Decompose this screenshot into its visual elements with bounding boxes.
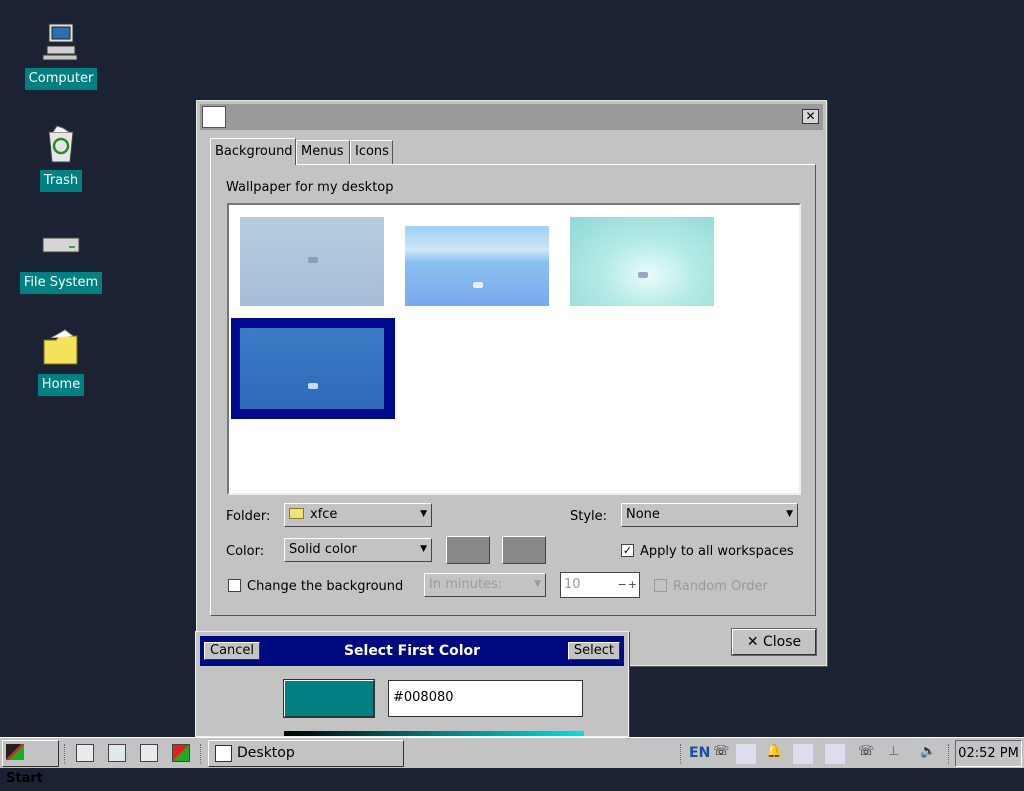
close-button[interactable]: ✕ Close xyxy=(732,629,816,655)
wallpaper-thumbnail[interactable] xyxy=(405,226,549,306)
network-launcher-icon[interactable] xyxy=(108,744,126,762)
paint-launcher-icon[interactable] xyxy=(172,744,190,762)
tab-menus[interactable]: Menus xyxy=(296,140,350,164)
bell-icon[interactable]: 🔔 xyxy=(766,744,782,764)
clock[interactable]: 02:52 PM xyxy=(955,740,1022,767)
style-label: Style: xyxy=(570,509,608,524)
dialog-titlebar[interactable]: ✕ xyxy=(200,104,823,130)
start-button[interactable]: Start xyxy=(2,740,59,786)
chevron-down-icon: ▼ xyxy=(786,509,793,519)
tab-background[interactable]: Background xyxy=(210,138,296,165)
x-icon: ✕ xyxy=(746,634,759,650)
desktop-icon-trash[interactable]: Trash xyxy=(6,124,116,192)
network-icon[interactable] xyxy=(825,744,845,764)
desktop-icon-label: Home xyxy=(37,374,85,396)
lan-icon[interactable]: ⊥ xyxy=(888,744,899,764)
taskbar-window-desktop[interactable]: Desktop xyxy=(208,740,404,767)
color-preview xyxy=(284,680,374,717)
style-select[interactable]: None ▼ xyxy=(621,503,798,527)
hex-color-input[interactable]: #008080 xyxy=(388,680,583,717)
color-dialog-title: Select First Color xyxy=(343,643,481,659)
trash-icon xyxy=(48,125,74,163)
select-color-dialog: Cancel Select First Color Select #008080 xyxy=(195,631,629,737)
wallpaper-thumbnail xyxy=(240,328,384,409)
drive-icon xyxy=(42,237,80,253)
color-mode-select[interactable]: Solid color ▼ xyxy=(284,538,432,562)
close-icon[interactable]: ✕ xyxy=(802,109,819,124)
interval-unit-select[interactable]: In minutes: ▼ xyxy=(424,573,546,597)
taskbar-separator xyxy=(64,744,67,764)
network-icon[interactable] xyxy=(736,744,756,764)
taskbar-separator xyxy=(680,744,683,764)
folder-icon xyxy=(43,329,78,365)
folder-icon xyxy=(289,508,304,519)
computer-icon xyxy=(42,23,78,61)
volume-icon[interactable]: 🔈 xyxy=(920,744,936,764)
second-color-button[interactable] xyxy=(502,536,546,564)
color-dialog-titlebar[interactable]: Cancel Select First Color Select xyxy=(200,636,624,666)
wallpaper-thumbnail[interactable] xyxy=(570,217,714,306)
random-order-checkbox[interactable] xyxy=(654,579,667,592)
taskbar-separator xyxy=(200,744,203,764)
panel-heading: Wallpaper for my desktop xyxy=(226,180,394,195)
desktop-icon-file-system[interactable]: File System xyxy=(6,226,116,294)
color-label: Color: xyxy=(226,544,265,559)
taskbar: Start Desktop EN ☏ 🔔 ☏ ⊥ 🔈 02:52 PM xyxy=(0,737,1024,786)
chevron-down-icon: ▼ xyxy=(534,579,541,589)
settings-launcher-icon[interactable] xyxy=(76,744,94,762)
select-button[interactable]: Select xyxy=(567,642,620,660)
editor-launcher-icon[interactable] xyxy=(140,744,158,762)
folder-select[interactable]: xfce ▼ xyxy=(284,503,432,527)
background-panel: Wallpaper for my desktop Folder: xfce ▼ … xyxy=(210,164,816,616)
desktop-settings-dialog: ✕ Background Menus Icons Wallpaper for m… xyxy=(196,100,827,666)
keyboard-layout-indicator[interactable]: EN xyxy=(689,745,710,765)
chevron-down-icon: ▼ xyxy=(420,509,427,519)
settings-icon xyxy=(202,106,226,128)
wallpaper-list[interactable] xyxy=(227,203,801,495)
first-color-button[interactable] xyxy=(446,536,490,564)
interval-spinner[interactable]: 10 −+ xyxy=(560,572,640,598)
connection-icon[interactable]: ☏ xyxy=(858,744,874,764)
spin-buttons[interactable]: −+ xyxy=(618,578,638,591)
wallpaper-thumbnail[interactable] xyxy=(240,217,384,306)
selected-wallpaper[interactable] xyxy=(231,318,395,419)
chevron-down-icon: ▼ xyxy=(420,544,427,554)
change-background-label: Change the background xyxy=(247,579,404,594)
desktop-icon-label: Computer xyxy=(24,68,98,90)
random-order-label: Random Order xyxy=(673,579,768,594)
apply-all-label: Apply to all workspaces xyxy=(640,544,794,559)
desktop-icon-computer[interactable]: Computer xyxy=(6,22,116,90)
network-icon[interactable] xyxy=(793,744,813,764)
change-background-checkbox[interactable] xyxy=(228,579,241,592)
taskbar-separator xyxy=(948,744,951,764)
desktop-icon-home[interactable]: Home xyxy=(6,328,116,396)
apply-all-checkbox[interactable]: ✓ xyxy=(621,544,634,557)
settings-icon xyxy=(215,745,232,762)
tab-icons[interactable]: Icons xyxy=(350,140,393,164)
start-logo-icon xyxy=(6,744,24,760)
connection-icon[interactable]: ☏ xyxy=(713,744,729,764)
desktop-icon-label: Trash xyxy=(39,170,83,192)
desktop-icon-label: File System xyxy=(19,272,103,294)
folder-label: Folder: xyxy=(226,509,271,524)
